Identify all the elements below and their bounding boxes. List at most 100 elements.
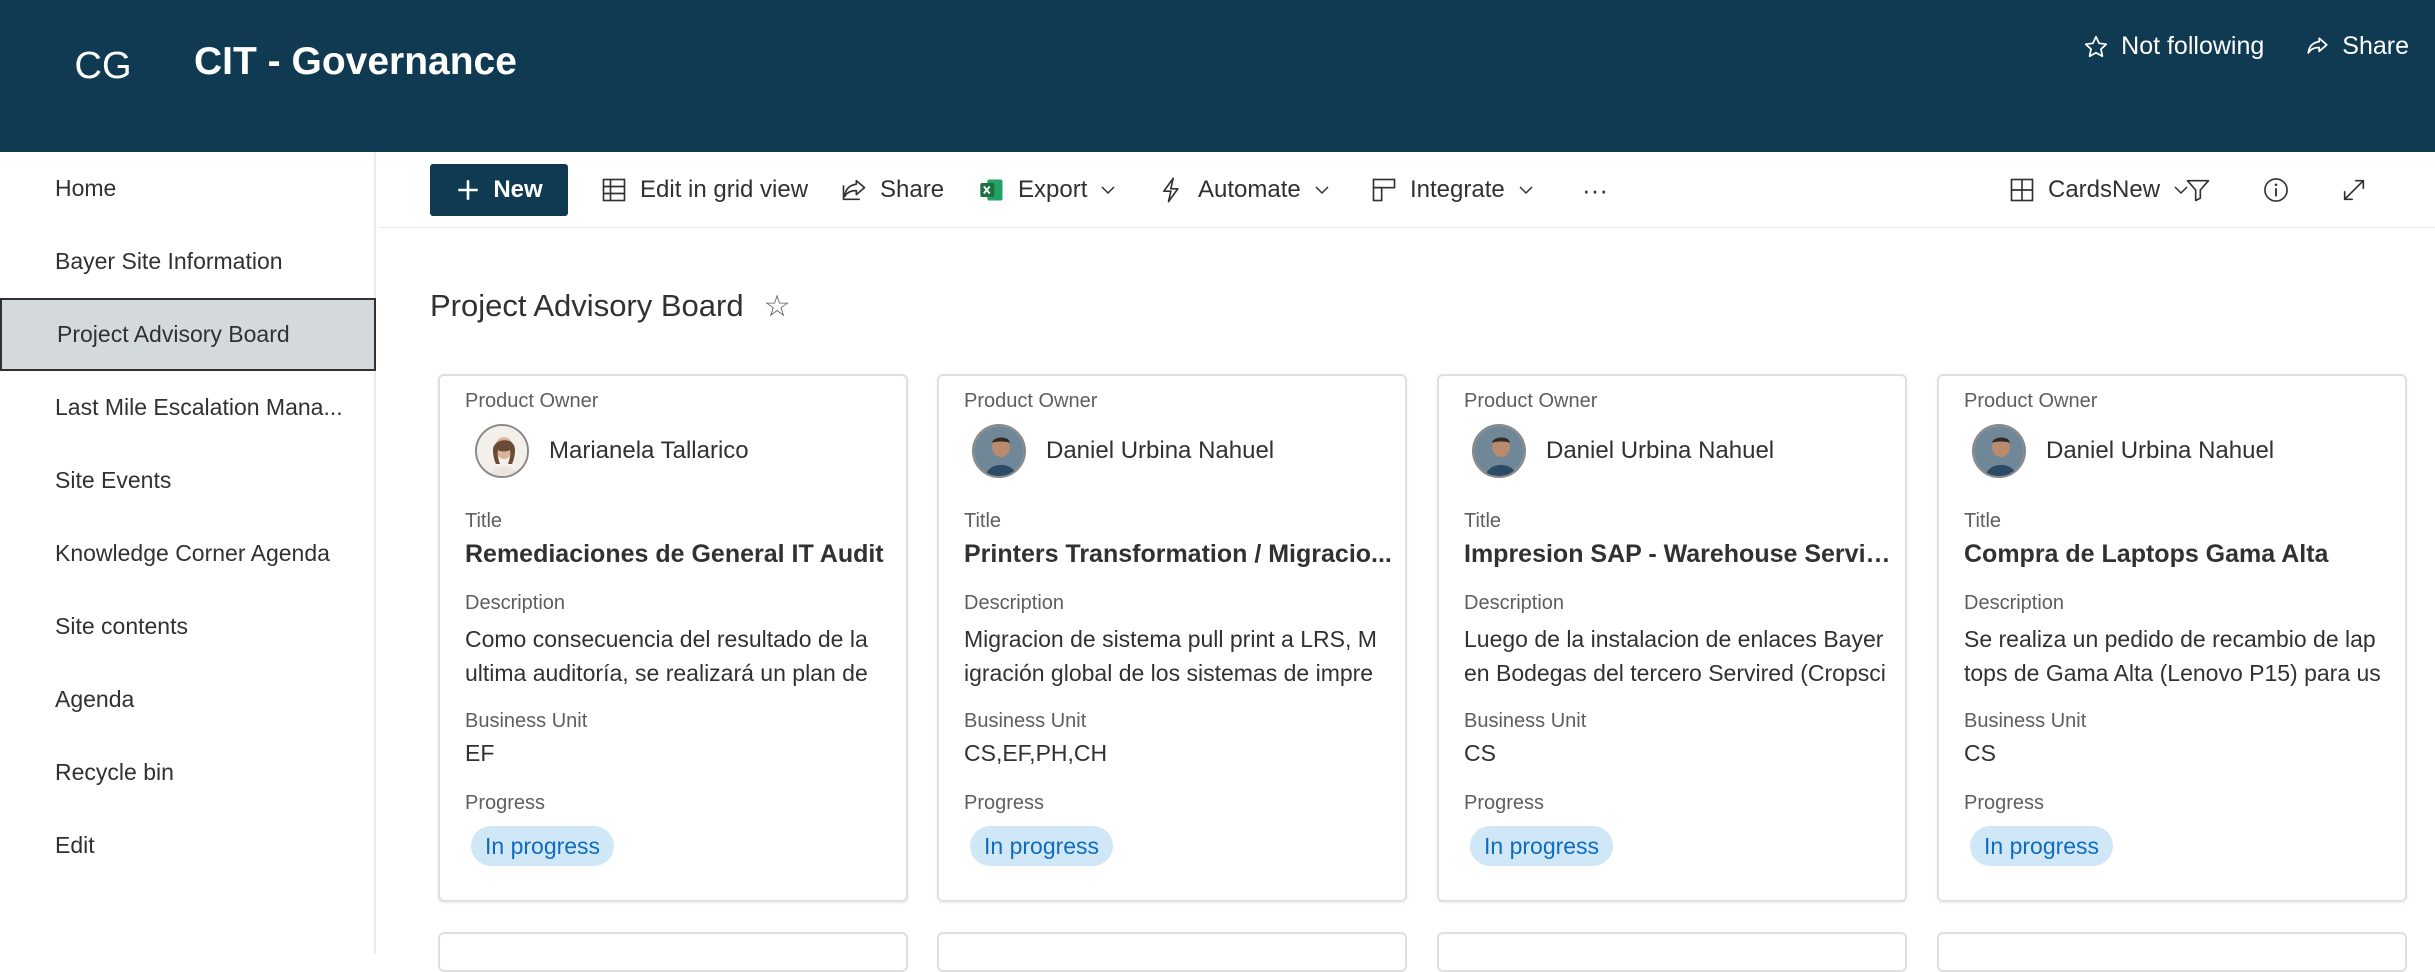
project-card[interactable]: Product Owner Marianela Tallarico Title … — [438, 374, 908, 902]
automate-label: Automate — [1198, 176, 1301, 203]
owner-name: Daniel Urbina Nahuel — [2046, 437, 2275, 464]
new-button-label: New — [493, 176, 543, 203]
nav-item-home[interactable]: Home — [0, 152, 376, 225]
product-owner-label: Product Owner — [465, 390, 599, 412]
title-label: Title — [465, 510, 503, 532]
nav-item-agenda[interactable]: Agenda — [0, 663, 376, 736]
description-label: Description — [1964, 592, 2065, 614]
edit-grid-view-label: Edit in grid view — [640, 176, 809, 203]
avatar — [972, 424, 1026, 478]
project-description: Como consecuencia del resultado de la ul… — [465, 626, 868, 686]
integrate-icon — [1372, 178, 1396, 202]
product-owner[interactable]: Marianela Tallarico — [475, 424, 749, 478]
project-description: Se realiza un pedido de recambio de lap … — [1964, 626, 2381, 686]
chevron-down-icon — [1315, 186, 1329, 195]
progress-label: Progress — [1464, 792, 1545, 814]
business-unit-label: Business Unit — [1464, 710, 1587, 732]
follow-button[interactable]: Not following — [2083, 32, 2264, 61]
expand-icon — [2343, 179, 2365, 201]
project-description: Luego de la instalacion de enlaces Bayer… — [1464, 626, 1886, 686]
star-outline-icon — [2084, 35, 2108, 57]
project-title[interactable]: Remediaciones de General IT Audit — [465, 540, 895, 569]
info-icon — [2264, 178, 2288, 202]
chevron-down-icon — [1101, 186, 1115, 195]
nav-item-project-advisory-board[interactable]: Project Advisory Board — [0, 298, 376, 371]
product-owner-label: Product Owner — [1464, 390, 1598, 412]
new-button[interactable]: New — [430, 164, 568, 216]
header-share-button[interactable]: Share — [2304, 32, 2409, 61]
project-title[interactable]: Printers Transformation / Migracio... — [964, 540, 1394, 569]
header-actions: Not following Share — [2083, 32, 2409, 61]
plus-icon — [458, 180, 479, 200]
nav-item-site-contents[interactable]: Site contents — [0, 590, 376, 663]
page-title: Project Advisory Board — [430, 288, 744, 323]
progress-label: Progress — [1964, 792, 2045, 814]
nav-item-last-mile-escalation[interactable]: Last Mile Escalation Mana... — [0, 371, 376, 444]
view-switcher-button[interactable]: CardsNew — [2008, 164, 2190, 216]
product-owner[interactable]: Daniel Urbina Nahuel — [1972, 424, 2274, 478]
project-card[interactable]: Product Owner Daniel Urbina Nahuel Title… — [937, 374, 1407, 902]
owner-name: Daniel Urbina Nahuel — [1046, 437, 1275, 464]
progress-status-badge: In progress — [1470, 826, 1614, 866]
site-logo[interactable]: CG — [58, 36, 148, 96]
project-title[interactable]: Impresion SAP - Warehouse Servired — [1464, 540, 1894, 569]
avatar — [1472, 424, 1526, 478]
info-button[interactable] — [2262, 164, 2290, 216]
view-switcher-label: CardsNew — [2048, 176, 2161, 203]
title-label: Title — [964, 510, 1002, 532]
expand-button[interactable] — [2340, 164, 2368, 216]
export-label: Export — [1018, 176, 1088, 203]
owner-name: Marianela Tallarico — [549, 437, 749, 464]
title-label: Title — [1964, 510, 2002, 532]
project-description: Migracion de sistema pull print a LRS, M… — [964, 626, 1377, 686]
project-card-partial[interactable] — [438, 932, 908, 972]
progress-status-badge: In progress — [970, 826, 1114, 866]
filter-icon — [2186, 179, 2210, 202]
product-owner-label: Product Owner — [964, 390, 1098, 412]
integrate-label: Integrate — [1410, 176, 1505, 203]
description-label: Description — [1464, 592, 1565, 614]
integrate-button[interactable]: Integrate — [1370, 164, 1535, 216]
more-options-button[interactable]: ··· — [1582, 164, 1608, 216]
share-icon — [842, 179, 866, 201]
favorite-star-icon[interactable]: ☆ — [764, 289, 791, 324]
project-title[interactable]: Compra de Laptops Gama Alta — [1964, 540, 2394, 569]
project-card[interactable]: Product Owner Daniel Urbina Nahuel Title… — [1937, 374, 2407, 902]
nav-item-edit[interactable]: Edit — [0, 809, 376, 882]
excel-icon — [980, 179, 1003, 201]
product-owner[interactable]: Daniel Urbina Nahuel — [972, 424, 1274, 478]
share-button[interactable]: Share — [840, 164, 944, 216]
business-unit-value: CS,EF,PH,CH — [964, 740, 1108, 766]
left-navigation: Home Bayer Site Information Project Advi… — [0, 152, 376, 954]
site-title[interactable]: CIT - Governance — [194, 34, 517, 90]
nav-item-knowledge-corner-agenda[interactable]: Knowledge Corner Agenda — [0, 517, 376, 590]
export-button[interactable]: Export — [978, 164, 1117, 216]
avatar — [1972, 424, 2026, 478]
product-owner[interactable]: Daniel Urbina Nahuel — [1472, 424, 1774, 478]
description-label: Description — [964, 592, 1065, 614]
title-label: Title — [1464, 510, 1502, 532]
progress-label: Progress — [964, 792, 1045, 814]
nav-item-bayer-site-information[interactable]: Bayer Site Information — [0, 225, 376, 298]
owner-name: Daniel Urbina Nahuel — [1546, 437, 1775, 464]
project-card-partial[interactable] — [1937, 932, 2407, 972]
business-unit-value: CS — [1964, 740, 1996, 766]
nav-item-recycle-bin[interactable]: Recycle bin — [0, 736, 376, 809]
business-unit-value: EF — [465, 740, 495, 766]
grid-icon — [602, 178, 626, 202]
automate-button[interactable]: Automate — [1158, 164, 1331, 216]
progress-label: Progress — [465, 792, 546, 814]
site-header: CG CIT - Governance Not following Share — [0, 0, 2435, 152]
edit-grid-view-button[interactable]: Edit in grid view — [600, 164, 808, 216]
filter-button[interactable] — [2184, 164, 2212, 216]
business-unit-label: Business Unit — [1964, 710, 2087, 732]
nav-item-site-events[interactable]: Site Events — [0, 444, 376, 517]
project-card-partial[interactable] — [937, 932, 1407, 972]
project-card[interactable]: Product Owner Daniel Urbina Nahuel Title… — [1437, 374, 1907, 902]
automate-icon — [1163, 177, 1179, 203]
page-title-row: Project Advisory Board ☆ — [430, 288, 791, 324]
share-icon — [2307, 36, 2328, 54]
project-card-partial[interactable] — [1437, 932, 1907, 972]
view-grid-icon — [2010, 178, 2034, 202]
chevron-down-icon — [1519, 186, 1533, 195]
